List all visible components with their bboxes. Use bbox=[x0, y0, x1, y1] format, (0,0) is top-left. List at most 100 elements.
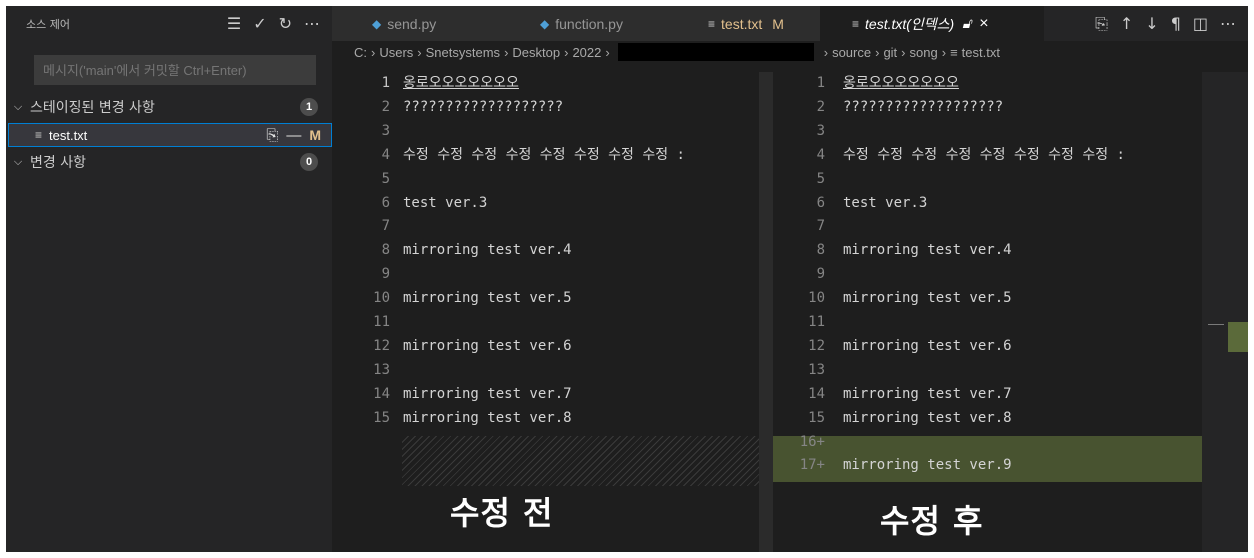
staged-changes-group[interactable]: ⌵ 스테이징된 변경 사항 1 bbox=[6, 95, 332, 119]
code-line[interactable]: 5 bbox=[332, 168, 759, 191]
code-line[interactable]: 7 bbox=[332, 215, 759, 238]
line-number: 11 bbox=[373, 314, 390, 330]
diff-placeholder-hatch bbox=[402, 436, 759, 486]
code-line[interactable]: 13 bbox=[332, 359, 759, 382]
code-line[interactable]: 1 옹로오오오오오오오 bbox=[773, 72, 1202, 95]
open-file-icon[interactable]: ⎘ bbox=[1095, 14, 1108, 34]
line-text: mirroring test ver.6 bbox=[843, 337, 1012, 354]
code-line[interactable]: 12 mirroring test ver.6 bbox=[332, 335, 759, 358]
code-line[interactable]: 5 bbox=[773, 168, 1202, 191]
diff-original-pane[interactable]: 1 옹로오오오오오오오 2??????????????????? 3 4 수정 수정 수정… bbox=[332, 72, 759, 552]
staged-file-item[interactable]: ≡ test.txt ⎘ — M bbox=[8, 123, 332, 147]
open-file-icon[interactable]: ⎘ bbox=[266, 127, 278, 144]
breadcrumb-item[interactable]: git bbox=[883, 45, 897, 60]
line-number: 8 bbox=[816, 242, 825, 259]
chevron-down-icon[interactable]: ⌵ bbox=[6, 100, 30, 114]
view-as-tree-icon[interactable]: ☰ bbox=[227, 14, 241, 33]
line-number: 11 bbox=[808, 314, 825, 330]
line-number: 4 bbox=[381, 146, 390, 163]
code-line[interactable]: 2??????????????????? bbox=[332, 96, 759, 119]
ruler-marker bbox=[1208, 324, 1224, 325]
code-line[interactable]: 4 수정 수정 수정 수정 수정 수정 수정 수정 : bbox=[773, 144, 1202, 167]
code-line[interactable]: 11 bbox=[773, 311, 1202, 334]
line-text: test ver.3 bbox=[843, 194, 928, 211]
source-control-sidebar: 소스 제어 ☰ ✓ ↻ ⋯ ⌵ 스테이징된 변경 사항 1 ≡ test.txt… bbox=[6, 6, 332, 552]
code-line[interactable]: 1 옹로오오오오오오오 bbox=[332, 72, 759, 95]
more-actions-icon[interactable]: ⋯ bbox=[1220, 14, 1236, 33]
line-number: 4 bbox=[816, 146, 825, 163]
code-line[interactable]: 17+ mirroring test ver.9 bbox=[773, 454, 1202, 477]
pilcrow-icon[interactable]: ¶ bbox=[1171, 14, 1181, 33]
breadcrumb-item[interactable]: source bbox=[832, 45, 871, 60]
code-line[interactable]: 2??????????????????? bbox=[773, 96, 1202, 119]
breadcrumb-item[interactable]: test.txt bbox=[962, 45, 1000, 60]
changes-count-badge: 0 bbox=[300, 153, 318, 171]
line-text: 옹로오오오오오오오 bbox=[843, 75, 959, 91]
vscode-window: 소스 제어 ☰ ✓ ↻ ⋯ ⌵ 스테이징된 변경 사항 1 ≡ test.txt… bbox=[6, 6, 1248, 552]
code-line[interactable]: 3 bbox=[332, 120, 759, 143]
refresh-icon[interactable]: ↻ bbox=[279, 14, 292, 33]
commit-message-input[interactable] bbox=[34, 55, 316, 85]
code-line[interactable]: 3 bbox=[773, 120, 1202, 143]
file-text-icon: ≡ bbox=[852, 16, 860, 31]
breadcrumb-item[interactable]: Desktop bbox=[512, 45, 560, 60]
split-editor-icon[interactable]: ◫ bbox=[1193, 14, 1208, 33]
line-text: 수정 수정 수정 수정 수정 수정 수정 수정 : bbox=[403, 146, 685, 163]
overview-ruler[interactable] bbox=[1202, 72, 1248, 552]
staged-file-name: test.txt bbox=[49, 127, 88, 143]
modified-mark: M bbox=[772, 15, 784, 32]
breadcrumb-item[interactable]: Snetsystems bbox=[426, 45, 500, 60]
code-line[interactable]: 10 mirroring test ver.5 bbox=[332, 287, 759, 310]
code-line[interactable]: 9 bbox=[332, 263, 759, 286]
line-number: 9 bbox=[816, 266, 825, 283]
line-number: 6 bbox=[381, 194, 390, 211]
breadcrumb-item[interactable]: C: bbox=[354, 45, 367, 60]
code-line[interactable]: 4 수정 수정 수정 수정 수정 수정 수정 수정 : bbox=[332, 144, 759, 167]
code-line[interactable]: 7 bbox=[773, 215, 1202, 238]
commit-check-icon[interactable]: ✓ bbox=[253, 14, 266, 33]
line-number: 5 bbox=[381, 170, 390, 187]
code-line[interactable]: 10 mirroring test ver.5 bbox=[773, 287, 1202, 310]
code-line[interactable]: 9 bbox=[773, 263, 1202, 286]
line-number: 14 bbox=[808, 385, 825, 402]
tab-test-txt-index[interactable]: ≡ test.txt(인덱스) 🔓︎ × bbox=[820, 6, 1044, 41]
line-text: test ver.3 bbox=[403, 194, 488, 211]
diff-modified-pane[interactable]: 1 옹로오오오오오오오 2??????????????????? 3 4 수정 수정 수정… bbox=[773, 72, 1202, 552]
more-actions-icon[interactable]: ⋯ bbox=[304, 14, 320, 33]
chevron-down-icon[interactable]: ⌵ bbox=[6, 155, 30, 169]
code-line[interactable]: 8 mirroring test ver.4 bbox=[332, 239, 759, 262]
changes-group[interactable]: ⌵ 변경 사항 0 bbox=[6, 150, 332, 174]
unstage-icon[interactable]: — bbox=[286, 127, 301, 144]
tab-label: send.py bbox=[387, 15, 437, 32]
breadcrumb-item[interactable]: song bbox=[910, 45, 938, 60]
breadcrumb-item[interactable]: 2022 bbox=[572, 45, 601, 60]
staged-count-badge: 1 bbox=[300, 98, 318, 116]
tab-send-py[interactable]: ◆ send.py bbox=[332, 6, 500, 41]
next-change-icon[interactable]: ↓ bbox=[1145, 14, 1158, 33]
code-line[interactable]: 13 bbox=[773, 359, 1202, 382]
code-line[interactable]: 16+ bbox=[773, 431, 1202, 454]
previous-change-icon[interactable]: ↑ bbox=[1120, 14, 1133, 33]
code-line[interactable]: 6 test ver.3 bbox=[332, 192, 759, 215]
breadcrumb-item[interactable]: Users bbox=[379, 45, 413, 60]
code-line[interactable]: 6 test ver.3 bbox=[773, 192, 1202, 215]
tab-test-txt[interactable]: ≡ test.txt M bbox=[668, 6, 820, 41]
line-number: 7 bbox=[816, 218, 825, 235]
tab-label: test.txt bbox=[721, 15, 763, 32]
line-number: 1 bbox=[816, 75, 825, 91]
code-line[interactable]: 15 mirroring test ver.8 bbox=[773, 407, 1202, 430]
code-line[interactable]: 8 mirroring test ver.4 bbox=[773, 239, 1202, 262]
code-line[interactable]: 11 bbox=[332, 311, 759, 334]
line-text: 옹로오오오오오오오 bbox=[403, 75, 519, 91]
code-line[interactable]: 14 mirroring test ver.7 bbox=[773, 383, 1202, 406]
close-icon[interactable]: × bbox=[979, 15, 988, 33]
readonly-lock-icon: 🔓︎ bbox=[962, 15, 972, 31]
breadcrumb: C: › Users › Snetsystems › Desktop › 2022 › ›… bbox=[354, 43, 1000, 61]
line-text: mirroring test ver.7 bbox=[403, 385, 572, 402]
line-number: 13 bbox=[808, 361, 825, 378]
code-line[interactable]: 15 mirroring test ver.8 bbox=[332, 407, 759, 430]
code-line[interactable]: 14 mirroring test ver.7 bbox=[332, 383, 759, 406]
code-line[interactable]: 12 mirroring test ver.6 bbox=[773, 335, 1202, 358]
original-pane-scrollbar[interactable] bbox=[759, 72, 773, 552]
tab-function-py[interactable]: ◆ function.py bbox=[500, 6, 668, 41]
